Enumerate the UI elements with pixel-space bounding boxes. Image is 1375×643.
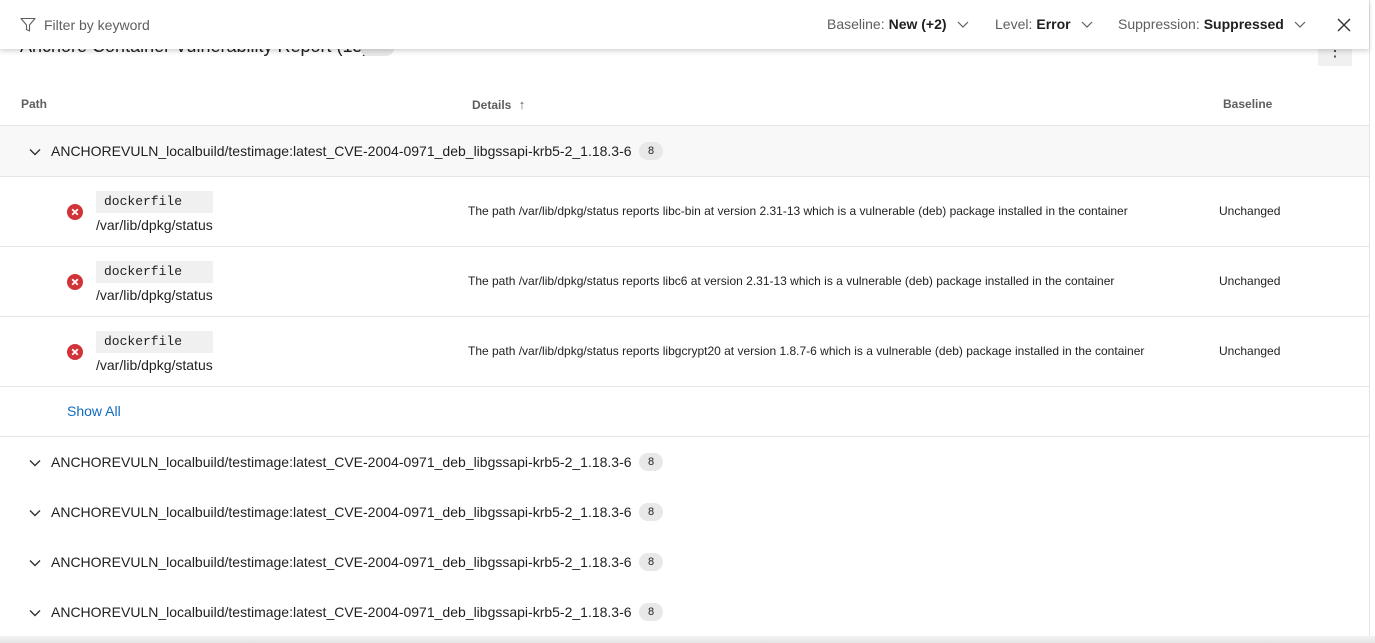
- chevron-down-icon[interactable]: [28, 556, 42, 570]
- column-header-details-label: Details: [472, 98, 512, 112]
- baseline-dropdown-value: New (+2): [888, 16, 947, 32]
- group-count-badge: 8: [639, 142, 663, 160]
- bottom-scroll-edge: [0, 636, 1375, 643]
- sort-ascending-icon: ↑: [518, 97, 526, 112]
- result-row[interactable]: dockerfile /var/lib/dpkg/status The path…: [0, 177, 1369, 247]
- chevron-down-icon: [957, 21, 968, 28]
- result-group-row[interactable]: ANCHOREVULN_localbuild/testimage:latest_…: [0, 126, 1369, 177]
- suppression-dropdown-label: Suppression:: [1118, 16, 1200, 32]
- result-path: /var/lib/dpkg/status: [96, 357, 213, 373]
- chevron-down-icon: [1294, 21, 1306, 28]
- baseline-dropdown[interactable]: Baseline: New (+2): [827, 16, 969, 32]
- chevron-down-icon[interactable]: [28, 456, 42, 470]
- column-header-details[interactable]: Details ↑: [472, 97, 525, 112]
- suppression-dropdown[interactable]: Suppression: Suppressed: [1118, 16, 1306, 32]
- chevron-down-icon[interactable]: [28, 145, 42, 159]
- group-count-badge: 8: [639, 503, 663, 521]
- result-row[interactable]: dockerfile /var/lib/dpkg/status The path…: [0, 317, 1369, 387]
- error-icon: [67, 204, 83, 220]
- group-name: ANCHOREVULN_localbuild/testimage:latest_…: [51, 454, 632, 470]
- group-name: ANCHOREVULN_localbuild/testimage:latest_…: [51, 143, 632, 159]
- error-icon: [67, 344, 83, 360]
- result-row[interactable]: dockerfile /var/lib/dpkg/status The path…: [0, 247, 1369, 317]
- result-baseline: Unchanged: [1219, 204, 1281, 218]
- baseline-dropdown-label: Baseline:: [827, 16, 885, 32]
- level-dropdown[interactable]: Level: Error: [995, 16, 1093, 32]
- group-name: ANCHOREVULN_localbuild/testimage:latest_…: [51, 554, 632, 570]
- result-details: The path /var/lib/dpkg/status reports li…: [468, 274, 1115, 288]
- chevron-down-icon[interactable]: [28, 606, 42, 620]
- artifact-tag: dockerfile: [96, 261, 213, 283]
- artifact-tag: dockerfile: [96, 191, 213, 213]
- result-path: /var/lib/dpkg/status: [96, 287, 213, 303]
- result-path: /var/lib/dpkg/status: [96, 217, 213, 233]
- chevron-down-icon: [1081, 21, 1093, 28]
- result-group-row[interactable]: ANCHOREVULN_localbuild/testimage:latest_…: [0, 537, 1369, 588]
- result-details: The path /var/lib/dpkg/status reports li…: [468, 204, 1128, 218]
- error-icon: [67, 274, 83, 290]
- result-group-row[interactable]: ANCHOREVULN_localbuild/testimage:latest_…: [0, 487, 1369, 538]
- result-group-row[interactable]: ANCHOREVULN_localbuild/testimage:latest_…: [0, 587, 1369, 638]
- group-name: ANCHOREVULN_localbuild/testimage:latest_…: [51, 504, 632, 520]
- column-header-path[interactable]: Path: [21, 97, 47, 111]
- group-count-badge: 8: [639, 453, 663, 471]
- column-header-baseline[interactable]: Baseline: [1223, 97, 1272, 111]
- report-panel: Anchore Container Vulnerability Report (…: [0, 0, 1370, 643]
- show-all-link[interactable]: Show All: [67, 403, 121, 419]
- result-baseline: Unchanged: [1219, 274, 1281, 288]
- group-name: ANCHOREVULN_localbuild/testimage:latest_…: [51, 604, 632, 620]
- result-details: The path /var/lib/dpkg/status reports li…: [468, 344, 1145, 358]
- result-group-row[interactable]: ANCHOREVULN_localbuild/testimage:latest_…: [0, 437, 1369, 488]
- chevron-down-icon[interactable]: [28, 506, 42, 520]
- show-all-row: Show All: [0, 387, 1369, 437]
- artifact-tag: dockerfile: [96, 331, 213, 353]
- group-count-badge: 8: [639, 553, 663, 571]
- level-dropdown-value: Error: [1036, 16, 1071, 32]
- close-icon[interactable]: [1335, 16, 1353, 34]
- filter-icon: [20, 17, 36, 32]
- filter-keyword-input[interactable]: [44, 14, 444, 36]
- filter-bar: Baseline: New (+2) Level: Error Suppress…: [0, 0, 1369, 49]
- level-dropdown-label: Level:: [995, 16, 1033, 32]
- result-baseline: Unchanged: [1219, 344, 1281, 358]
- group-count-badge: 8: [639, 603, 663, 621]
- suppression-dropdown-value: Suppressed: [1203, 16, 1284, 32]
